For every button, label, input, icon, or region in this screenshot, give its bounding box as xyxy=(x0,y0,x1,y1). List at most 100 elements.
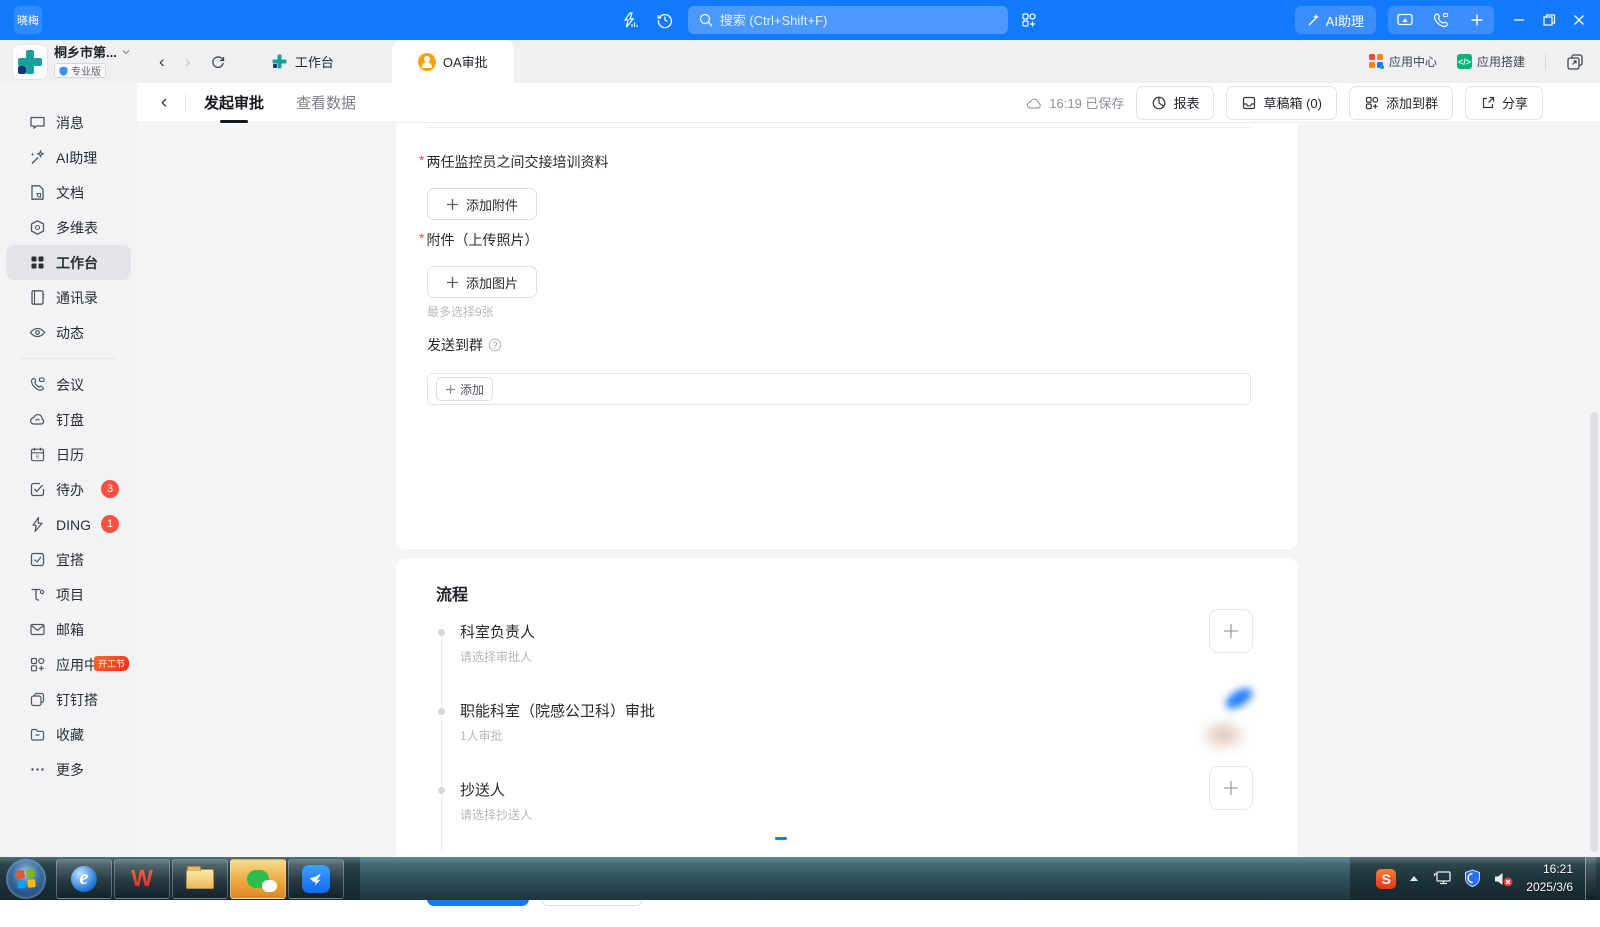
ding-badge: 1 xyxy=(101,515,119,533)
report-button[interactable]: 报表 xyxy=(1136,86,1214,120)
tab-initiate-approval[interactable]: 发起审批 xyxy=(204,83,264,123)
shield-icon xyxy=(59,66,68,76)
taskbar-explorer-button[interactable] xyxy=(172,859,228,899)
flow-connector-line xyxy=(441,636,442,852)
help-circle-icon[interactable] xyxy=(488,338,502,352)
calendar-icon: 6 xyxy=(29,446,46,463)
phone-call-icon[interactable] xyxy=(1430,9,1452,31)
plus-icon[interactable] xyxy=(1466,9,1488,31)
ai-assistant-button[interactable]: AI助理 xyxy=(1295,6,1376,34)
windows-taskbar: e W S 16:21 2025/3/6 xyxy=(0,857,1600,900)
minimize-button[interactable] xyxy=(1504,6,1534,34)
network-tray-icon[interactable] xyxy=(1432,870,1452,888)
flow-title: 流程 xyxy=(436,581,468,605)
clock-date: 2025/3/6 xyxy=(1526,879,1573,896)
close-button[interactable] xyxy=(1564,6,1594,34)
sidebar-item-mail[interactable]: 邮箱 xyxy=(6,612,131,647)
content-back-button[interactable]: ‹ xyxy=(149,92,179,114)
field-label-photo-attachment: * 附件（上传照片） xyxy=(419,230,538,250)
sidebar-item-yida[interactable]: 宜搭 xyxy=(6,542,131,577)
add-group-mini-button[interactable]: 添加 xyxy=(436,377,493,401)
grid-add-icon[interactable] xyxy=(1018,9,1040,31)
report-pie-icon xyxy=(1151,95,1167,111)
sidebar-item-meetings[interactable]: 会议 xyxy=(6,367,131,402)
add-cc-button[interactable] xyxy=(1209,766,1253,810)
scrollbar-thumb[interactable] xyxy=(1590,412,1598,852)
taskbar-ie-button[interactable]: e xyxy=(56,859,112,899)
org-logo[interactable] xyxy=(13,45,47,79)
sidebar-item-calendar[interactable]: 6 日历 xyxy=(6,437,131,472)
festival-tag: 开工节 xyxy=(94,656,129,671)
network-signal-icon[interactable] xyxy=(618,9,640,31)
sidebar-item-workbench[interactable]: 工作台 xyxy=(6,245,131,280)
app-center-link[interactable]: 应用中心 xyxy=(1369,53,1437,70)
svg-text:6: 6 xyxy=(36,454,39,460)
add-image-button[interactable]: 添加图片 xyxy=(427,266,537,298)
sidebar-item-contacts[interactable]: 通讯录 xyxy=(6,280,131,315)
sidebar-item-dingding-da[interactable]: 钉钉搭 xyxy=(6,682,131,717)
sidebar-item-multidim-table[interactable]: 多维表 xyxy=(6,210,131,245)
meeting-phone-icon xyxy=(29,376,46,393)
app-build-link[interactable]: </> 应用搭建 xyxy=(1457,53,1525,70)
share-button[interactable]: 分享 xyxy=(1465,86,1543,120)
tab-view-data[interactable]: 查看数据 xyxy=(296,83,356,123)
add-attachment-button[interactable]: 添加附件 xyxy=(427,188,537,220)
sidebar-item-favorites[interactable]: 收藏 xyxy=(6,717,131,752)
start-button[interactable] xyxy=(6,859,46,899)
file-explorer-icon xyxy=(186,869,214,889)
add-to-group-button[interactable]: 添加到群 xyxy=(1349,86,1453,120)
taskbar-wechat-button[interactable] xyxy=(230,859,286,899)
add-approver-button[interactable] xyxy=(1209,609,1253,653)
maximize-button[interactable] xyxy=(1534,6,1564,34)
taskbar-dingtalk-button[interactable] xyxy=(288,859,344,899)
share-icon xyxy=(1480,95,1496,111)
windows-logo-icon xyxy=(16,869,36,889)
nav-back-button[interactable]: ‹ xyxy=(149,52,175,72)
taskbar-wps-button[interactable]: W xyxy=(114,859,170,899)
app-avatar-badge[interactable]: 晓梅 xyxy=(14,6,42,34)
plus-icon xyxy=(1222,779,1240,797)
lightning-icon xyxy=(29,516,46,533)
tab-workbench[interactable]: 工作台 xyxy=(245,40,360,83)
screencast-icon[interactable] xyxy=(1394,9,1416,31)
blurred-approver-avatar[interactable] xyxy=(1202,689,1256,763)
content-header: ‹ 发起审批 查看数据 16:19 已保存 报表 草稿箱 (0) 添加到群 分享 xyxy=(137,83,1600,123)
tab-oa-approval[interactable]: OA审批 xyxy=(392,40,514,83)
sidebar-item-messages[interactable]: 消息 xyxy=(6,105,131,140)
sidebar-item-more[interactable]: 更多 xyxy=(6,752,131,787)
pop-out-icon[interactable] xyxy=(1566,53,1584,71)
sidebar-item-projects[interactable]: 项目 xyxy=(6,577,131,612)
drafts-button[interactable]: 草稿箱 (0) xyxy=(1226,86,1337,120)
sidebar-item-docs[interactable]: 文档 xyxy=(6,175,131,210)
ellipsis-icon xyxy=(29,761,46,778)
tray-expand-icon[interactable] xyxy=(1408,874,1420,884)
history-icon[interactable] xyxy=(654,9,676,31)
form-card: * 两任监控员之间交接培训资料 添加附件 * 附件（上传照片） 添加图片 最多选… xyxy=(396,124,1298,549)
search-input[interactable] xyxy=(688,6,1008,34)
plus-icon xyxy=(446,276,459,289)
global-search[interactable] xyxy=(688,6,1008,34)
sidebar-item-drive[interactable]: 钉盘 xyxy=(6,402,131,437)
sidebar-item-app-center[interactable]: 应用中心 开工节 xyxy=(6,647,131,682)
search-icon xyxy=(698,12,714,28)
sidebar-item-moments[interactable]: 动态 xyxy=(6,315,131,350)
sidebar-item-ai-assistant[interactable]: AI助理 xyxy=(6,140,131,175)
stacked-squares-icon xyxy=(29,691,46,708)
security-shield-tray-icon[interactable] xyxy=(1464,869,1481,888)
flow-step-functional-dept[interactable]: 职能科室（院感公卫科）审批 1人审批 xyxy=(460,700,655,744)
flow-step-approver[interactable]: 科室负责人 请选择审批人 xyxy=(460,621,535,665)
multidim-table-icon xyxy=(29,219,46,236)
scroll-hint xyxy=(775,837,787,840)
app-center-icon xyxy=(1369,54,1384,69)
sidebar-item-todo[interactable]: 待办 3 xyxy=(6,472,131,507)
sogou-tray-icon[interactable]: S xyxy=(1376,869,1396,889)
nav-forward-button[interactable]: › xyxy=(175,52,201,72)
sidebar-item-ding[interactable]: DING 1 xyxy=(6,507,131,542)
tray-clock[interactable]: 16:21 2025/3/6 xyxy=(1526,861,1573,896)
show-desktop-button[interactable] xyxy=(1585,857,1596,900)
flow-step-dot xyxy=(438,787,445,794)
flow-step-cc[interactable]: 抄送人 请选择抄送人 xyxy=(460,779,532,823)
org-switcher[interactable]: 桐乡市第... 专业版 xyxy=(54,42,131,81)
volume-muted-tray-icon[interactable] xyxy=(1493,870,1514,888)
refresh-button[interactable] xyxy=(205,54,231,70)
